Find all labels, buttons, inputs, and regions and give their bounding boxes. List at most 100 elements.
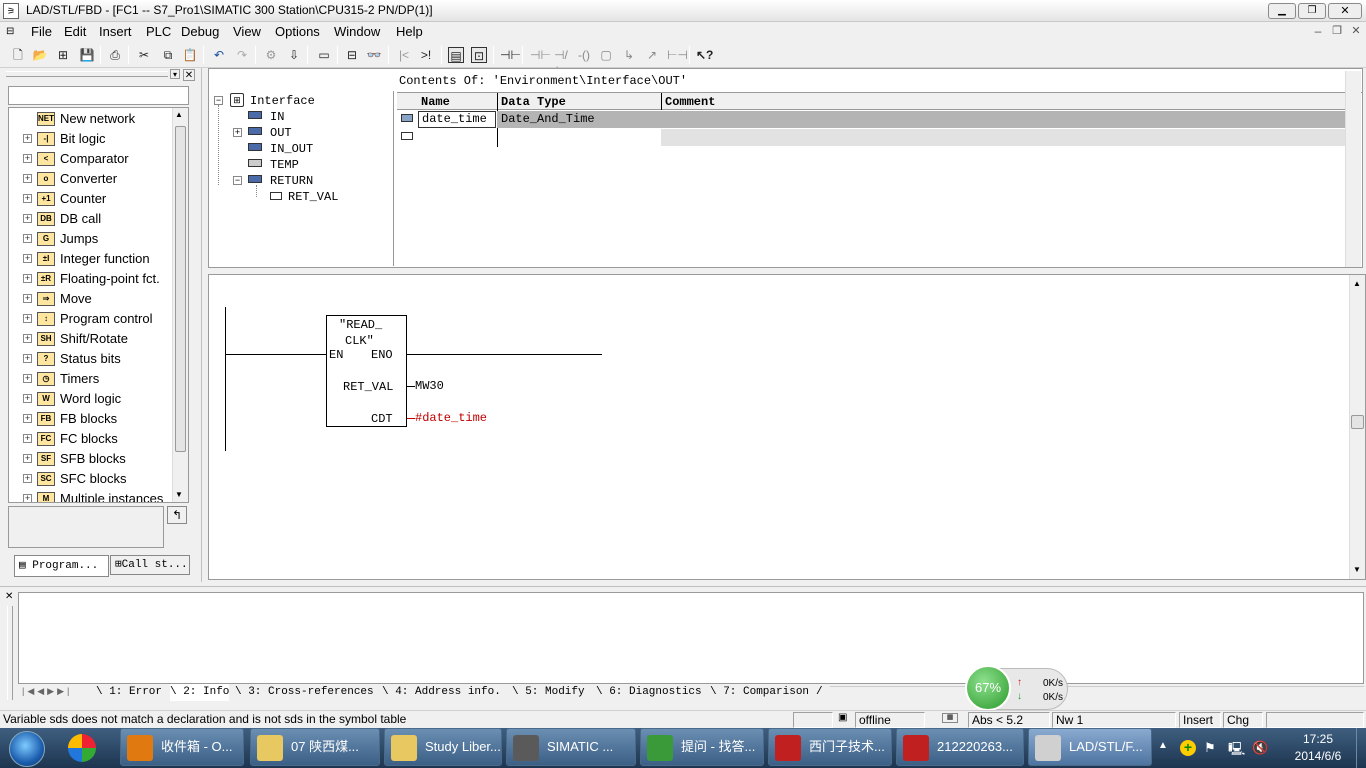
- help-icon[interactable]: ↖?: [696, 47, 713, 63]
- copy-icon[interactable]: ⧉: [160, 47, 176, 63]
- tree-expand-icon[interactable]: +: [23, 354, 32, 363]
- taskbar-item[interactable]: 212220263...: [896, 728, 1024, 766]
- tree-in-out[interactable]: IN_OUT: [270, 140, 313, 156]
- box-icon[interactable]: ▢: [598, 47, 614, 63]
- table-row[interactable]: [497, 111, 1359, 128]
- tree-expand-icon[interactable]: +: [23, 394, 32, 403]
- output-tab[interactable]: \ 6: Diagnostics: [596, 684, 702, 701]
- output-tab-nav[interactable]: |◀◀▶▶|: [22, 686, 90, 700]
- tree-ret-val[interactable]: RET_VAL: [288, 188, 338, 204]
- tree-expand-icon[interactable]: +: [23, 294, 32, 303]
- taskbar-item[interactable]: 西门子技术...: [768, 728, 892, 766]
- tree-expand-icon[interactable]: +: [23, 154, 32, 163]
- tree-expand-icon[interactable]: +: [23, 334, 32, 343]
- plc-compile-icon[interactable]: ⚙: [263, 47, 279, 63]
- menu-options[interactable]: Options: [275, 24, 320, 39]
- nc-contact-icon[interactable]: ⊣/⊢: [553, 47, 569, 78]
- mdi-close-button[interactable]: ✕: [1348, 24, 1364, 40]
- tree-expand-icon[interactable]: +: [233, 128, 242, 137]
- open-icon[interactable]: 📂: [32, 47, 48, 63]
- catalog-scrollbar[interactable]: ▲ ▼: [172, 108, 188, 502]
- scroll-up-icon[interactable]: ▲: [175, 110, 183, 119]
- tray-expand-icon[interactable]: ▲: [1158, 740, 1168, 751]
- name-cell[interactable]: date_time: [418, 111, 496, 128]
- bookmark-prev-icon[interactable]: |<: [396, 47, 412, 63]
- close-button[interactable]: ✕: [1328, 3, 1362, 19]
- undo-icon[interactable]: ↶: [211, 47, 227, 63]
- tree-expand-icon[interactable]: +: [23, 434, 32, 443]
- catalog-insert-icon[interactable]: ↰: [167, 506, 187, 524]
- taskbar-item[interactable]: 07 陕西煤...: [250, 728, 380, 766]
- taskbar-item[interactable]: 提问 - 找答...: [640, 728, 764, 766]
- accessible-nodes-icon[interactable]: ⊞: [55, 47, 71, 63]
- tree-expand-icon[interactable]: +: [23, 214, 32, 223]
- download-icon[interactable]: ⇩: [286, 47, 302, 63]
- tree-interface[interactable]: Interface: [250, 92, 315, 108]
- col-header-comment[interactable]: Comment: [665, 95, 715, 109]
- catalog-dropdown-icon[interactable]: ▾: [170, 69, 180, 79]
- catalog-grip[interactable]: [6, 71, 168, 77]
- menu-help[interactable]: Help: [396, 24, 423, 39]
- menu-debug[interactable]: Debug: [181, 24, 219, 39]
- flag-icon[interactable]: ⚑: [1204, 740, 1216, 756]
- tree-expand-icon[interactable]: +: [23, 234, 32, 243]
- col-header-type[interactable]: Data Type: [501, 95, 566, 109]
- paste-icon[interactable]: 📋: [182, 47, 198, 63]
- output-tab[interactable]: \ 2: Info: [170, 684, 230, 701]
- network-scrollbar[interactable]: ▲ ▼: [1349, 275, 1365, 579]
- scroll-down-icon[interactable]: ▼: [1353, 565, 1361, 574]
- menu-edit[interactable]: Edit: [64, 24, 86, 39]
- scroll-down-icon[interactable]: ▼: [175, 490, 183, 499]
- output-hscroll[interactable]: [830, 686, 1364, 700]
- mdi-restore-button[interactable]: ❐: [1329, 24, 1345, 40]
- output-close-icon[interactable]: ✕: [5, 592, 15, 602]
- zoom-icon[interactable]: ⊡: [471, 47, 487, 63]
- clock-date[interactable]: 2014/6/6: [1284, 749, 1352, 763]
- cut-icon[interactable]: ✂: [136, 47, 152, 63]
- tree-expand-icon[interactable]: +: [23, 314, 32, 323]
- start-button[interactable]: [6, 728, 48, 768]
- network-icon[interactable]: 🖳: [1228, 740, 1245, 762]
- output-tab[interactable]: \ 7: Comparison: [710, 684, 809, 701]
- branch-close-icon[interactable]: ↗: [644, 47, 660, 63]
- tree-return[interactable]: RETURN: [270, 172, 313, 188]
- mdi-minimize-button[interactable]: –: [1310, 24, 1326, 40]
- coil-icon[interactable]: -(): [576, 47, 592, 63]
- tree-collapse-icon[interactable]: −: [214, 96, 223, 105]
- no-contact-icon[interactable]: ⊣⊢: [530, 47, 551, 63]
- tree-expand-icon[interactable]: +: [23, 274, 32, 283]
- tree-out[interactable]: OUT: [270, 124, 292, 140]
- tray-plus-icon[interactable]: +: [1180, 740, 1196, 756]
- redo-icon[interactable]: ↷: [234, 47, 250, 63]
- clock-time[interactable]: 17:25: [1290, 732, 1346, 746]
- tree-in[interactable]: IN: [270, 108, 284, 124]
- net-monitor[interactable]: 67% ↑ ↓ 0K/s 0K/s: [965, 665, 1068, 711]
- empty-row[interactable]: [661, 129, 1359, 146]
- tree-temp[interactable]: TEMP: [270, 156, 299, 172]
- type-cell[interactable]: Date_And_Time: [501, 111, 595, 128]
- output-tab[interactable]: \ 4: Address info.: [382, 684, 501, 701]
- menu-insert[interactable]: Insert: [99, 24, 132, 39]
- print-icon[interactable]: ⎙: [107, 47, 123, 63]
- menu-view[interactable]: View: [233, 24, 261, 39]
- output-grip[interactable]: [7, 606, 13, 700]
- ret-val-operand[interactable]: MW30: [415, 379, 444, 393]
- save-icon[interactable]: 💾: [79, 47, 95, 63]
- taskbar-item[interactable]: Study Liber...: [384, 728, 502, 766]
- show-desktop-button[interactable]: [1356, 728, 1366, 768]
- new-network-icon[interactable]: ⊣⊢: [500, 47, 521, 63]
- monitor-icon[interactable]: ▭: [316, 47, 332, 63]
- menu-file[interactable]: File: [31, 24, 52, 39]
- tab-program[interactable]: ▤ Program...: [14, 555, 109, 577]
- taskbar-item[interactable]: 收件箱 - O...: [120, 728, 244, 766]
- output-tab[interactable]: \ 3: Cross-references: [235, 684, 374, 701]
- bookmark-next-icon[interactable]: >!: [418, 47, 434, 63]
- minimize-button[interactable]: ▁: [1268, 3, 1296, 19]
- connection-icon[interactable]: ⊢⊣: [667, 47, 688, 63]
- catalog-scroll-thumb[interactable]: [175, 126, 186, 452]
- glasses-icon[interactable]: 👓: [366, 47, 382, 63]
- catalog-search-bar[interactable]: [8, 86, 189, 105]
- menu-plc[interactable]: PLC: [146, 24, 171, 39]
- col-header-name[interactable]: Name: [421, 95, 450, 109]
- tree-expand-icon[interactable]: +: [23, 194, 32, 203]
